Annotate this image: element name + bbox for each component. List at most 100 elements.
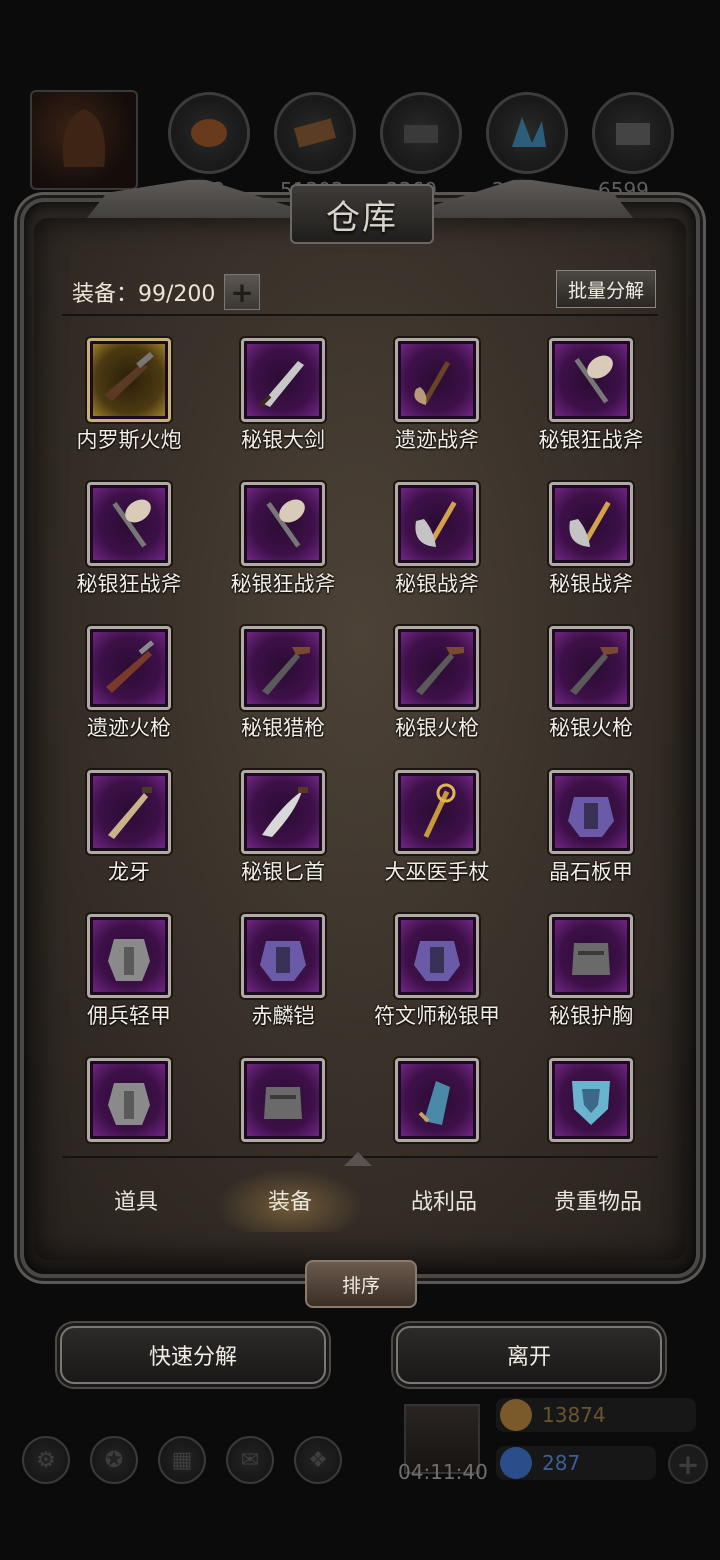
item-slot[interactable] <box>241 338 325 422</box>
mail-icon[interactable]: ✉ <box>226 1436 274 1484</box>
item-name: 秘银护胸 <box>549 1004 633 1028</box>
resource-stone[interactable]: 6599 <box>592 92 674 202</box>
item-name: 秘银火枪 <box>395 716 479 740</box>
inventory-item[interactable]: 佣兵轻甲 <box>52 902 206 1046</box>
iron-icon <box>404 125 438 143</box>
batch-decompose-button[interactable]: 批量分解 <box>556 270 656 308</box>
tab-valuables[interactable]: 贵重物品 <box>524 1168 672 1232</box>
item-slot[interactable] <box>395 338 479 422</box>
item-slot[interactable] <box>87 1058 171 1142</box>
hood-icon <box>62 109 106 167</box>
inventory-item[interactable]: 秘银战斧 <box>514 470 668 614</box>
item-slot[interactable] <box>395 770 479 854</box>
inventory-item[interactable]: 晶石板甲 <box>514 758 668 902</box>
item-slot[interactable] <box>395 1058 479 1142</box>
resource-iron[interactable]: 2360 <box>380 92 462 202</box>
item-slot[interactable] <box>395 626 479 710</box>
item-slot[interactable] <box>241 1058 325 1142</box>
resource-crystal[interactable]: 2612 <box>486 92 568 202</box>
chest-guard-icon <box>264 1087 302 1119</box>
inventory-item[interactable]: 大巫医手杖 <box>360 758 514 902</box>
expand-capacity-button[interactable]: + <box>224 274 260 310</box>
item-name: 秘银大剑 <box>241 428 325 452</box>
inventory-item[interactable]: 符文师秘银甲 <box>360 902 514 1046</box>
inventory-item[interactable]: 秘银蛮族甲 <box>206 1046 360 1148</box>
gift-timer: 04:11:40 <box>398 1460 488 1484</box>
axe-icon <box>414 361 451 405</box>
inventory-item[interactable]: 遗迹火枪 <box>52 614 206 758</box>
sort-button[interactable]: 排序 <box>305 1260 417 1308</box>
inventory-item[interactable]: 龙牙 <box>52 758 206 902</box>
item-slot[interactable] <box>87 338 171 422</box>
resource-wood[interactable]: 51303 <box>274 92 356 202</box>
inventory-item[interactable]: 秘银猎枪 <box>206 614 360 758</box>
tab-equipment[interactable]: 装备 <box>216 1168 364 1232</box>
light-armor-icon <box>108 939 150 981</box>
tab-items[interactable]: 道具 <box>62 1168 210 1232</box>
item-name: 内罗斯火炮 <box>76 428 182 452</box>
item-slot[interactable] <box>395 482 479 566</box>
dagger-icon <box>108 787 152 839</box>
inventory-item[interactable]: 秘银狂战斧 <box>52 470 206 614</box>
avatar[interactable] <box>30 90 138 190</box>
inventory-item[interactable]: 秘银火枪 <box>514 614 668 758</box>
item-name: 大巫医手杖 <box>384 860 490 884</box>
inventory-item[interactable]: 晶石盾 <box>514 1046 668 1148</box>
shotgun-icon <box>416 647 464 695</box>
item-slot[interactable] <box>549 914 633 998</box>
item-slot[interactable] <box>87 770 171 854</box>
inventory-item[interactable]: 内罗斯火炮 <box>52 326 206 470</box>
title-plate: 仓库 <box>290 184 434 244</box>
gold-counter: 13874 <box>496 1398 696 1432</box>
inventory-item[interactable]: 秘银狂战斧 <box>514 326 668 470</box>
item-slot[interactable] <box>549 338 633 422</box>
inventory-item[interactable]: 遗迹战斧 <box>360 326 514 470</box>
item-name: 秘银蛮族甲 <box>231 1144 336 1148</box>
inventory-item[interactable]: 龙虾护手 <box>360 1046 514 1148</box>
map-icon[interactable]: ▦ <box>158 1436 206 1484</box>
item-slot[interactable] <box>241 482 325 566</box>
item-name: 晶石盾 <box>560 1144 623 1148</box>
inventory-item[interactable]: 秘银大剑 <box>206 326 360 470</box>
light-armor-icon <box>108 1083 150 1125</box>
shotgun-icon <box>262 647 310 695</box>
item-slot[interactable] <box>241 626 325 710</box>
quick-decompose-button[interactable]: 快速分解 <box>60 1326 326 1384</box>
item-slot[interactable] <box>241 914 325 998</box>
item-slot[interactable] <box>549 770 633 854</box>
inventory-item[interactable]: 秘银火枪 <box>360 614 514 758</box>
add-currency-button[interactable]: + <box>668 1444 708 1484</box>
inventory-item[interactable]: 秘银锁甲 <box>52 1046 206 1148</box>
inventory-item[interactable]: 秘银战斧 <box>360 470 514 614</box>
gauntlet-icon <box>418 1081 450 1125</box>
inventory-item[interactable]: 秘银护胸 <box>514 902 668 1046</box>
item-slot[interactable] <box>241 770 325 854</box>
achievement-star-icon[interactable]: ✪ <box>90 1436 138 1484</box>
chat-icon[interactable]: ❖ <box>294 1436 342 1484</box>
gem-amount: 287 <box>542 1451 581 1475</box>
item-grid[interactable]: 内罗斯火炮 秘银大剑 遗迹战斧 秘银狂战斧 秘银狂战斧 秘银狂战斧 秘银战斧 秘银战斧 遗迹火枪… <box>52 326 668 1148</box>
item-slot[interactable] <box>87 626 171 710</box>
item-name: 秘银狂战斧 <box>538 428 644 452</box>
inventory-item[interactable]: 秘银匕首 <box>206 758 360 902</box>
item-slot[interactable] <box>395 914 479 998</box>
item-slot[interactable] <box>87 914 171 998</box>
gem-counter: 287 <box>496 1446 656 1480</box>
meat-icon <box>191 119 227 147</box>
plate-armor-icon <box>568 797 614 837</box>
resource-meat[interactable]: 4383 <box>168 92 250 202</box>
item-slot[interactable] <box>549 626 633 710</box>
settings-gear-icon[interactable]: ⚙ <box>22 1436 70 1484</box>
tab-loot[interactable]: 战利品 <box>370 1168 518 1232</box>
item-slot[interactable] <box>549 482 633 566</box>
leave-button[interactable]: 离开 <box>396 1326 662 1384</box>
plate-armor-icon <box>414 941 460 981</box>
inventory-item[interactable]: 赤麟铠 <box>206 902 360 1046</box>
item-slot[interactable] <box>549 1058 633 1142</box>
inventory-item[interactable]: 秘银狂战斧 <box>206 470 360 614</box>
double-axe-icon <box>112 499 151 548</box>
stone-icon <box>616 123 650 145</box>
battle-axe-icon <box>415 501 457 547</box>
plate-armor-icon <box>260 941 306 981</box>
item-slot[interactable] <box>87 482 171 566</box>
